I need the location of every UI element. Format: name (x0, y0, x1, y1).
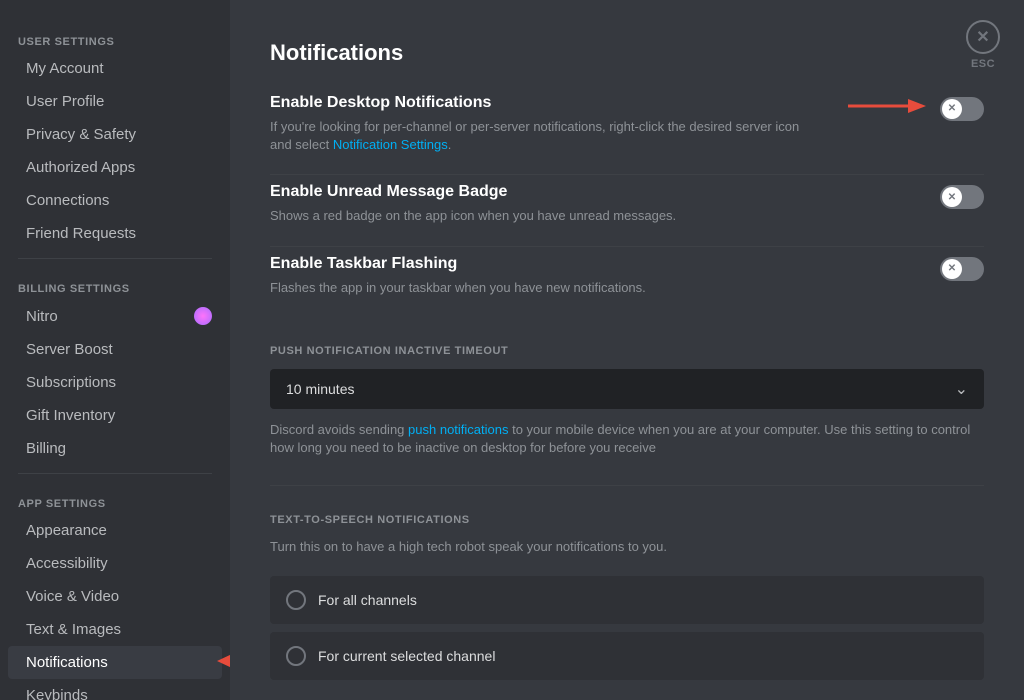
sidebar-item-connections[interactable]: Connections (8, 184, 222, 217)
sidebar-item-notifications[interactable]: Notifications (8, 646, 222, 679)
radio-label-for-all-channels: For all channels (318, 592, 417, 608)
radio-circle-for-current-channel (286, 646, 306, 666)
sidebar-section-label-1: Billing Settings (0, 267, 230, 299)
esc-circle-icon: ✕ (966, 20, 1000, 54)
page-title: Notifications (270, 40, 984, 66)
setting-info-enable-taskbar-flash: Enable Taskbar Flashing Flashes the app i… (270, 255, 940, 297)
chevron-down-icon: ⌄ (955, 379, 968, 399)
push-notifications-link[interactable]: push notifications (408, 422, 508, 437)
push-timeout-desc: Discord avoids sending push notification… (270, 421, 984, 457)
sidebar-item-label-user-profile: User Profile (26, 93, 212, 110)
sidebar-item-server-boost[interactable]: Server Boost (8, 333, 222, 366)
sidebar-divider-0 (18, 258, 212, 259)
sidebar-item-my-account[interactable]: My Account (8, 52, 222, 85)
setting-desc-enable-unread-badge: Shows a red badge on the app icon when y… (270, 207, 900, 225)
tts-section-title: Text-to-Speech Notifications (270, 514, 984, 526)
toggle-enable-taskbar-flash[interactable]: ✕ (940, 257, 984, 281)
sidebar-item-text-images[interactable]: Text & Images (8, 613, 222, 646)
setting-row-enable-taskbar-flash: Enable Taskbar Flashing Flashes the app i… (270, 255, 984, 317)
sidebar-item-keybinds[interactable]: Keybinds (8, 679, 222, 700)
setting-info-enable-unread-badge: Enable Unread Message Badge Shows a red b… (270, 183, 940, 225)
red-arrow-right-indicator (848, 94, 928, 121)
toggle-enable-desktop-notifications[interactable]: ✕ (940, 97, 984, 121)
push-timeout-value: 10 minutes (286, 381, 354, 397)
esc-button[interactable]: ✕ ESC (966, 20, 1000, 70)
setting-controls-enable-taskbar-flash: ✕ (940, 255, 984, 281)
sidebar-item-user-profile[interactable]: User Profile (8, 85, 222, 118)
radio-circle-for-all-channels (286, 590, 306, 610)
main-content: ✕ ESC Notifications Enable Desktop Notif… (230, 0, 1024, 700)
sidebar-section-label-2: App Settings (0, 482, 230, 514)
setting-label-enable-desktop-notifications: Enable Desktop Notifications (270, 94, 808, 112)
push-timeout-title: Push Notification Inactive Timeout (270, 345, 984, 357)
sidebar-item-label-billing: Billing (26, 440, 212, 457)
toggle-knob-enable-unread-badge: ✕ (942, 187, 962, 207)
sidebar-item-label-text-images: Text & Images (26, 621, 212, 638)
sidebar-item-subscriptions[interactable]: Subscriptions (8, 366, 222, 399)
sidebar-item-appearance[interactable]: Appearance (8, 514, 222, 547)
toggle-knob-enable-desktop-notifications: ✕ (942, 99, 962, 119)
sidebar-section-label-0: User Settings (0, 20, 230, 52)
sidebar-item-label-notifications: Notifications (26, 654, 212, 671)
tts-description: Turn this on to have a high tech robot s… (270, 538, 984, 556)
sidebar-item-label-authorized-apps: Authorized Apps (26, 159, 212, 176)
setting-row-enable-unread-badge: Enable Unread Message Badge Shows a red b… (270, 183, 984, 246)
setting-label-enable-taskbar-flash: Enable Taskbar Flashing (270, 255, 900, 273)
esc-label: ESC (971, 58, 995, 70)
sidebar-item-label-friend-requests: Friend Requests (26, 225, 212, 242)
sidebar-item-label-appearance: Appearance (26, 522, 212, 539)
sidebar-item-authorized-apps[interactable]: Authorized Apps (8, 151, 222, 184)
nitro-icon (194, 307, 212, 325)
sidebar-item-gift-inventory[interactable]: Gift Inventory (8, 399, 222, 432)
toggle-x-enable-taskbar-flash: ✕ (948, 263, 956, 274)
sidebar-item-label-my-account: My Account (26, 60, 212, 77)
setting-row-enable-desktop-notifications: Enable Desktop Notifications If you're lo… (270, 94, 984, 175)
setting-controls-enable-unread-badge: ✕ (940, 183, 984, 209)
red-arrow-left-indicator (217, 651, 230, 675)
setting-link-enable-desktop-notifications[interactable]: Notification Settings (333, 137, 448, 152)
sidebar-item-label-keybinds: Keybinds (26, 687, 212, 700)
sidebar-item-accessibility[interactable]: Accessibility (8, 547, 222, 580)
sidebar-item-billing[interactable]: Billing (8, 432, 222, 465)
setting-label-enable-unread-badge: Enable Unread Message Badge (270, 183, 900, 201)
setting-info-enable-desktop-notifications: Enable Desktop Notifications If you're lo… (270, 94, 848, 154)
sidebar-item-label-gift-inventory: Gift Inventory (26, 407, 212, 424)
toggle-knob-enable-taskbar-flash: ✕ (942, 259, 962, 279)
toggle-x-enable-desktop-notifications: ✕ (948, 103, 956, 114)
setting-controls-enable-desktop-notifications: ✕ (848, 94, 984, 121)
sidebar-item-label-server-boost: Server Boost (26, 341, 212, 358)
setting-desc-enable-desktop-notifications: If you're looking for per-channel or per… (270, 118, 808, 154)
sidebar-item-voice-video[interactable]: Voice & Video (8, 580, 222, 613)
sidebar-item-label-privacy-safety: Privacy & Safety (26, 126, 212, 143)
sidebar-item-label-connections: Connections (26, 192, 212, 209)
toggle-x-enable-unread-badge: ✕ (948, 192, 956, 203)
toggle-enable-unread-badge[interactable]: ✕ (940, 185, 984, 209)
sidebar-item-label-voice-video: Voice & Video (26, 588, 212, 605)
push-timeout-dropdown[interactable]: 10 minutes ⌄ (270, 369, 984, 409)
sidebar-item-label-nitro: Nitro (26, 308, 188, 325)
sidebar-divider-1 (18, 473, 212, 474)
sidebar: User Settings My Account User Profile Priva… (0, 0, 230, 700)
setting-desc-enable-taskbar-flash: Flashes the app in your taskbar when you… (270, 279, 900, 297)
sidebar-item-nitro[interactable]: Nitro (8, 299, 222, 333)
sidebar-item-friend-requests[interactable]: Friend Requests (8, 217, 222, 250)
radio-label-for-current-channel: For current selected channel (318, 648, 495, 664)
sidebar-item-label-subscriptions: Subscriptions (26, 374, 212, 391)
radio-for-current-channel[interactable]: For current selected channel (270, 632, 984, 680)
radio-for-all-channels[interactable]: For all channels (270, 576, 984, 624)
sidebar-item-privacy-safety[interactable]: Privacy & Safety (8, 118, 222, 151)
push-section-divider (270, 485, 984, 486)
sidebar-item-label-accessibility: Accessibility (26, 555, 212, 572)
